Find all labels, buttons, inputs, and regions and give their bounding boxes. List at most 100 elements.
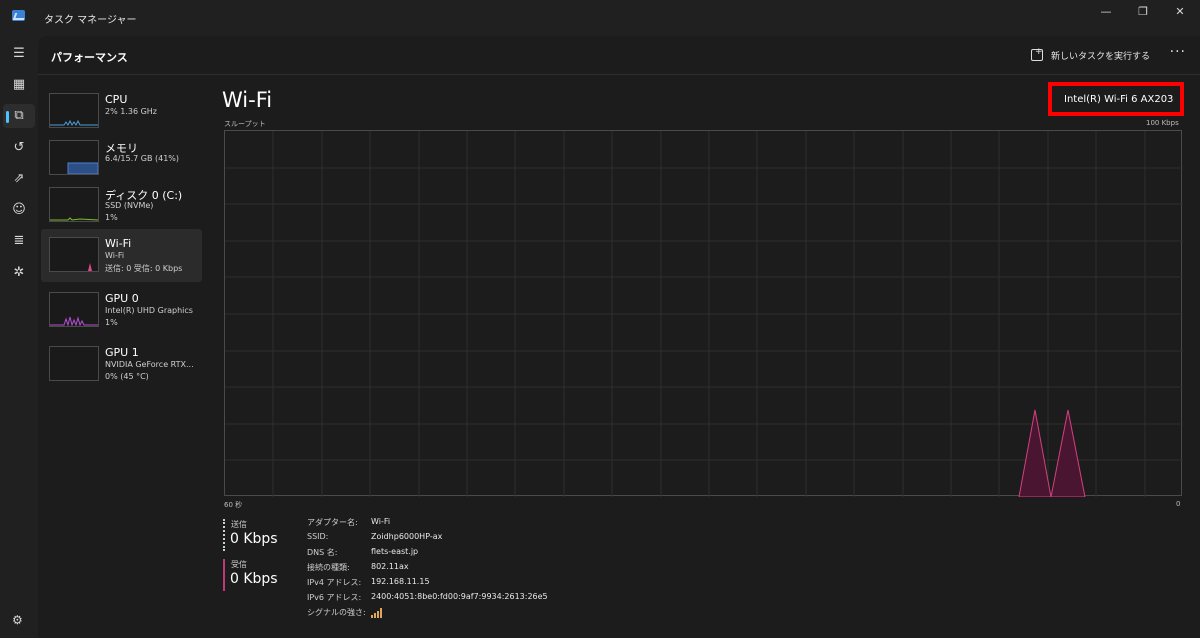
receive-stat: 受信 0 Kbps [223, 559, 293, 599]
device-item-memory[interactable]: メモリ 6.4/15.7 GB (41%) [41, 132, 202, 185]
info-value: Zoidhp6000HP-ax [371, 532, 443, 541]
users-icon[interactable]: ☺ [0, 198, 38, 222]
run-new-task-button[interactable]: 新しいタスクを実行する [1030, 47, 1150, 63]
receive-legend-line [223, 559, 225, 591]
device-item-disk-0[interactable]: ディスク 0 (C:) SSD (NVMe) 1% [41, 179, 202, 232]
active-indicator [6, 111, 9, 123]
info-key: シグナルの強さ: [307, 608, 366, 617]
device-name: Wi-Fi [105, 237, 132, 250]
details-icon[interactable]: ≣ [0, 229, 38, 253]
info-value: 802.11ax [371, 562, 409, 571]
task-manager-window: タスク マネージャー — ❐ ✕ ☰ ▦ ⧉ ↺ ⇗ ☺ ≣ ✲ ⚙ パフォーマ… [0, 0, 1200, 638]
device-detail: Intel(R) UHD Graphics [105, 306, 193, 315]
navigation-rail: ☰ ▦ ⧉ ↺ ⇗ ☺ ≣ ✲ [0, 36, 38, 638]
task-manager-app-icon [12, 10, 25, 21]
signal-bar [377, 611, 379, 618]
send-stat: 送信 0 Kbps [223, 519, 293, 559]
performance-glyph: ⧉ [14, 108, 24, 123]
throughput-graph [224, 130, 1183, 497]
performance-page: パフォーマンス 新しいタスクを実行する ··· CPU 2% 1.36 GHz [38, 36, 1200, 638]
info-key: IPv4 アドレス: [307, 578, 362, 587]
signal-bar [380, 608, 382, 618]
disk-thumb-line [50, 217, 98, 221]
adapter-name: Intel(R) Wi-Fi 6 AX203 [1064, 94, 1174, 105]
info-row-ipv4: IPv4 アドレス: 192.168.11.15 [307, 577, 607, 591]
device-detail: NVIDIA GeForce RTX... [105, 360, 194, 369]
receive-label: 受信 [231, 560, 247, 569]
minimize-button[interactable]: — [1088, 0, 1124, 26]
page-title: パフォーマンス [51, 51, 128, 64]
memory-thumbnail-graph [49, 140, 99, 175]
services-icon[interactable]: ✲ [0, 261, 38, 285]
throughput-label: スループット [224, 120, 266, 128]
run-new-task-label: 新しいタスクを実行する [1050, 51, 1150, 62]
signal-bar [374, 613, 376, 618]
receive-spike-1 [1018, 409, 1052, 497]
wifi-thumb-spike [88, 263, 92, 271]
device-item-wifi[interactable]: Wi-Fi Wi-Fi 送信: 0 受信: 0 Kbps [41, 229, 202, 282]
cpu-thumbnail-graph [49, 93, 99, 128]
info-row-ipv6: IPv6 アドレス: 2400:4051:8be0:fd00:9af7:9934… [307, 592, 607, 606]
title-bar: タスク マネージャー — ❐ ✕ [0, 0, 1200, 36]
app-history-icon[interactable]: ↺ [0, 136, 38, 160]
performance-icon[interactable]: ⧉ [3, 104, 35, 128]
device-usage: 送信: 0 受信: 0 Kbps [105, 264, 183, 273]
receive-value: 0 Kbps [230, 571, 278, 587]
graph-time-zero: 0 [1176, 500, 1181, 508]
graph-time-span: 60 秒 [224, 501, 243, 509]
gpu0-thumbnail-graph [49, 292, 99, 327]
device-detail: 2% 1.36 GHz [105, 107, 158, 116]
info-key: DNS 名: [307, 548, 338, 557]
info-value: 2400:4051:8be0:fd00:9af7:9934:2613:26e5 [371, 592, 548, 601]
device-name: GPU 0 [105, 292, 139, 305]
signal-strength-icon [371, 608, 385, 618]
graph-max-label: 100 Kbps [1146, 119, 1179, 127]
send-legend-line [223, 519, 225, 551]
info-row-signal-strength: シグナルの強さ: [307, 607, 607, 621]
info-value: Wi-Fi [371, 517, 391, 526]
detail-title: Wi-Fi [222, 88, 273, 112]
memory-thumb-area [67, 162, 98, 174]
info-row-adapter-name: アダプター名: Wi-Fi [307, 517, 607, 531]
device-item-cpu[interactable]: CPU 2% 1.36 GHz [41, 85, 202, 138]
maximize-button[interactable]: ❐ [1125, 0, 1161, 26]
info-key: アダプター名: [307, 518, 358, 527]
send-value: 0 Kbps [230, 531, 278, 547]
device-name: GPU 1 [105, 346, 139, 359]
gpu1-thumbnail-graph [49, 346, 99, 381]
gpu0-thumb-line [50, 316, 98, 326]
info-key: IPv6 アドレス: [307, 593, 362, 602]
info-key: SSID: [307, 532, 329, 541]
device-usage: 0% (45 °C) [105, 372, 149, 381]
receive-spike-2 [1050, 409, 1086, 497]
info-row-dns: DNS 名: flets-east.jp [307, 547, 607, 561]
disk-thumbnail-graph [49, 187, 99, 222]
more-options-button[interactable]: ··· [1170, 44, 1186, 60]
device-detail: SSD (NVMe) [105, 201, 154, 210]
cpu-thumb-line [50, 119, 98, 126]
hamburger-icon[interactable]: ☰ [0, 42, 38, 66]
device-usage: 1% [105, 318, 118, 327]
device-item-gpu-1[interactable]: GPU 1 NVIDIA GeForce RTX... 0% (45 °C) [41, 338, 202, 391]
signal-bar [371, 615, 373, 618]
processes-icon[interactable]: ▦ [0, 73, 38, 97]
info-key: 接続の種類: [307, 563, 350, 572]
page-header: パフォーマンス 新しいタスクを実行する ··· [38, 36, 1200, 75]
info-value: flets-east.jp [371, 547, 419, 556]
adapter-name-highlight: Intel(R) Wi-Fi 6 AX203 [1048, 82, 1184, 116]
info-row-ssid: SSID: Zoidhp6000HP-ax [307, 532, 607, 546]
send-label: 送信 [231, 520, 247, 529]
settings-icon[interactable]: ⚙ [12, 613, 23, 627]
window-title: タスク マネージャー [44, 15, 137, 26]
device-detail: Wi-Fi [105, 251, 125, 260]
info-value: 192.168.11.15 [371, 577, 430, 586]
device-detail: 6.4/15.7 GB (41%) [105, 154, 180, 163]
device-item-gpu-0[interactable]: GPU 0 Intel(R) UHD Graphics 1% [41, 284, 202, 337]
device-usage: 1% [105, 213, 118, 222]
wifi-thumbnail-graph [49, 237, 99, 272]
close-button[interactable]: ✕ [1162, 0, 1198, 26]
info-row-connection-type: 接続の種類: 802.11ax [307, 562, 607, 576]
startup-apps-icon[interactable]: ⇗ [0, 167, 38, 191]
new-task-icon [1030, 47, 1043, 61]
device-name: CPU [105, 93, 128, 106]
